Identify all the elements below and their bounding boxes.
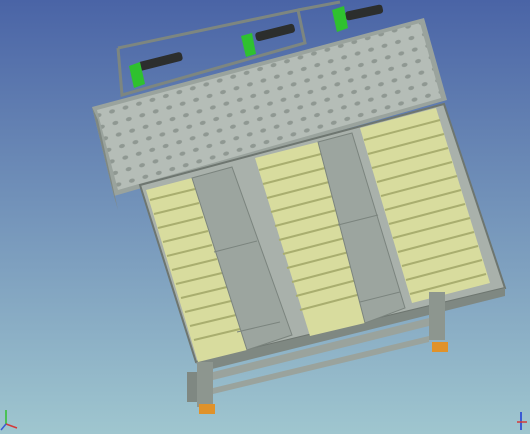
pneumatic-actuator <box>332 4 384 32</box>
leveling-foot <box>432 342 448 352</box>
conveyor-assembly-model[interactable] <box>0 0 530 434</box>
view-orientation-icon[interactable] <box>513 410 529 432</box>
leveling-foot <box>199 404 215 414</box>
pneumatic-actuator <box>129 52 183 88</box>
3d-viewport[interactable] <box>0 0 530 434</box>
axis-triad-icon <box>0 410 18 431</box>
